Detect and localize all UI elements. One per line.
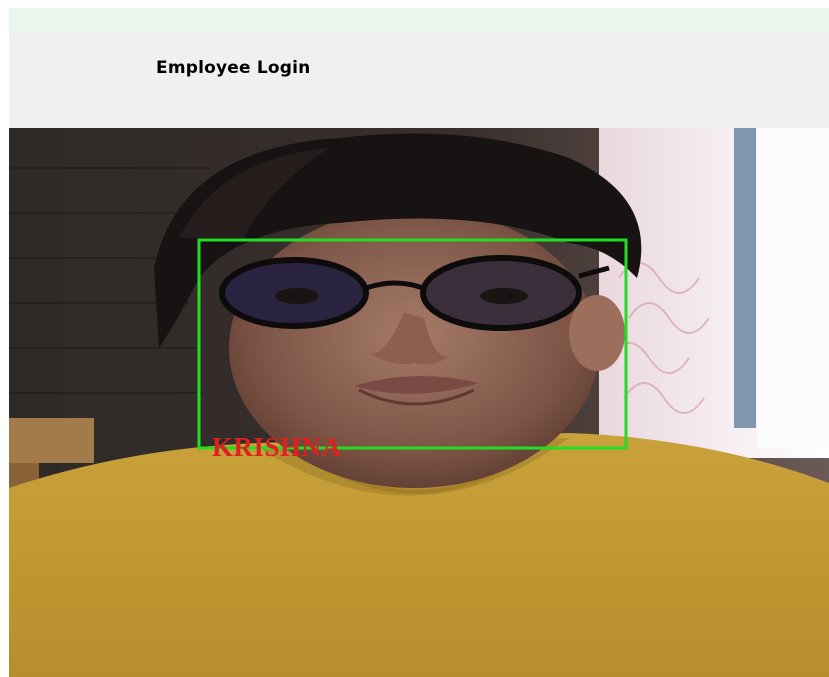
camera-feed: KRISHNA xyxy=(9,128,829,677)
login-window: Employee Login KRISHNA xyxy=(9,8,829,677)
header-bar: Employee Login xyxy=(9,33,829,128)
camera-frame: KRISHNA xyxy=(9,128,829,677)
page-title: Employee Login xyxy=(156,58,311,78)
recognized-name-label: KRISHNA xyxy=(212,432,342,462)
title-strip xyxy=(9,8,829,33)
